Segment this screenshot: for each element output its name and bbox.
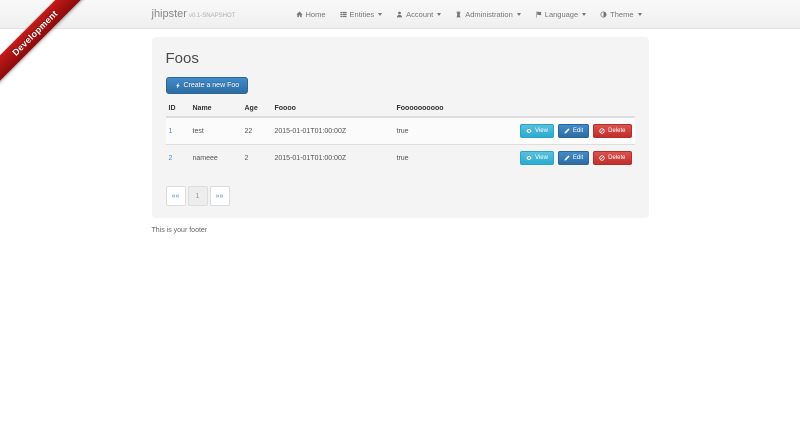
nav-item-administration[interactable]: Administration	[448, 0, 528, 29]
header-bool[interactable]: Foooooooooo	[394, 101, 480, 117]
administration-icon	[455, 11, 462, 18]
account-icon	[396, 11, 403, 18]
caret-down-icon	[517, 13, 521, 16]
delete-label: Delete	[608, 155, 625, 161]
table-header-row: ID Name Age Foooo Foooooooooo	[166, 101, 635, 117]
cell-name: nameee	[190, 145, 242, 172]
delete-button[interactable]: Delete	[593, 124, 631, 138]
pagination-first-button[interactable]: ««	[166, 186, 186, 206]
pagination-current-page[interactable]: 1	[188, 186, 208, 206]
navbar: jhipsterv0.1-SNAPSHOT Home Entities Acco…	[0, 0, 800, 29]
cell-foooo: 2015-01-01T01:00:00Z	[272, 117, 394, 145]
pagination: «« 1 »»	[166, 186, 635, 206]
caret-down-icon	[582, 13, 586, 16]
brand-name: jhipster	[152, 8, 187, 20]
footer-text: This is your footer	[152, 227, 649, 234]
cell-foooo: 2015-01-01T01:00:00Z	[272, 145, 394, 172]
foo-table: ID Name Age Foooo Foooooooooo 1 test 22 …	[166, 101, 635, 171]
pencil-icon	[564, 128, 570, 134]
brand-version: v0.1-SNAPSHOT	[189, 13, 235, 19]
caret-down-icon	[378, 13, 382, 16]
header-foooo[interactable]: Foooo	[272, 101, 394, 117]
edit-label: Edit	[573, 155, 583, 161]
cell-bool: true	[394, 117, 480, 145]
nav-item-home[interactable]: Home	[289, 0, 333, 29]
cell-age: 2	[242, 145, 272, 172]
create-foo-label: Create a new Foo	[184, 82, 240, 89]
view-button[interactable]: View	[520, 151, 554, 165]
header-age[interactable]: Age	[242, 101, 272, 117]
nav-label: Account	[406, 10, 433, 19]
row-id-link[interactable]: 1	[169, 128, 173, 135]
nav-label: Home	[306, 10, 326, 19]
delete-label: Delete	[608, 128, 625, 134]
eye-icon	[526, 155, 532, 161]
nav-label: Theme	[610, 10, 633, 19]
ban-icon	[599, 128, 605, 134]
header-actions	[480, 101, 635, 117]
delete-button[interactable]: Delete	[593, 151, 631, 165]
language-icon	[535, 11, 542, 18]
edit-button[interactable]: Edit	[558, 124, 589, 138]
navbar-inner: jhipsterv0.1-SNAPSHOT Home Entities Acco…	[152, 0, 649, 28]
view-label: View	[535, 128, 548, 134]
main-panel: Foos Create a new Foo ID Name Age Foooo …	[152, 37, 649, 218]
nav-item-account[interactable]: Account	[389, 0, 448, 29]
table-row: 1 test 22 2015-01-01T01:00:00Z true View…	[166, 117, 635, 145]
nav-label: Administration	[465, 10, 513, 19]
edit-button[interactable]: Edit	[558, 151, 589, 165]
brand-link[interactable]: jhipsterv0.1-SNAPSHOT	[152, 8, 236, 20]
pagination-last-button[interactable]: »»	[210, 186, 230, 206]
page-title: Foos	[166, 50, 635, 67]
table-row: 2 nameee 2 2015-01-01T01:00:00Z true Vie…	[166, 145, 635, 172]
nav-item-language[interactable]: Language	[528, 0, 593, 29]
nav-item-theme[interactable]: Theme	[593, 0, 648, 29]
create-foo-button[interactable]: Create a new Foo	[166, 77, 249, 94]
cell-name: test	[190, 117, 242, 145]
view-button[interactable]: View	[520, 124, 554, 138]
bolt-icon	[175, 82, 181, 89]
caret-down-icon	[638, 13, 642, 16]
entities-icon	[340, 11, 347, 18]
home-icon	[296, 11, 303, 18]
nav-item-entities[interactable]: Entities	[333, 0, 390, 29]
caret-down-icon	[437, 13, 441, 16]
nav-label: Language	[545, 10, 578, 19]
header-name[interactable]: Name	[190, 101, 242, 117]
row-id-link[interactable]: 2	[169, 155, 173, 162]
ban-icon	[599, 155, 605, 161]
navbar-menu: Home Entities Account Administration Lan…	[289, 0, 649, 29]
theme-icon	[600, 11, 607, 18]
eye-icon	[526, 128, 532, 134]
cell-age: 22	[242, 117, 272, 145]
header-id[interactable]: ID	[166, 101, 190, 117]
edit-label: Edit	[573, 128, 583, 134]
cell-bool: true	[394, 145, 480, 172]
view-label: View	[535, 155, 548, 161]
pencil-icon	[564, 155, 570, 161]
nav-label: Entities	[350, 10, 375, 19]
